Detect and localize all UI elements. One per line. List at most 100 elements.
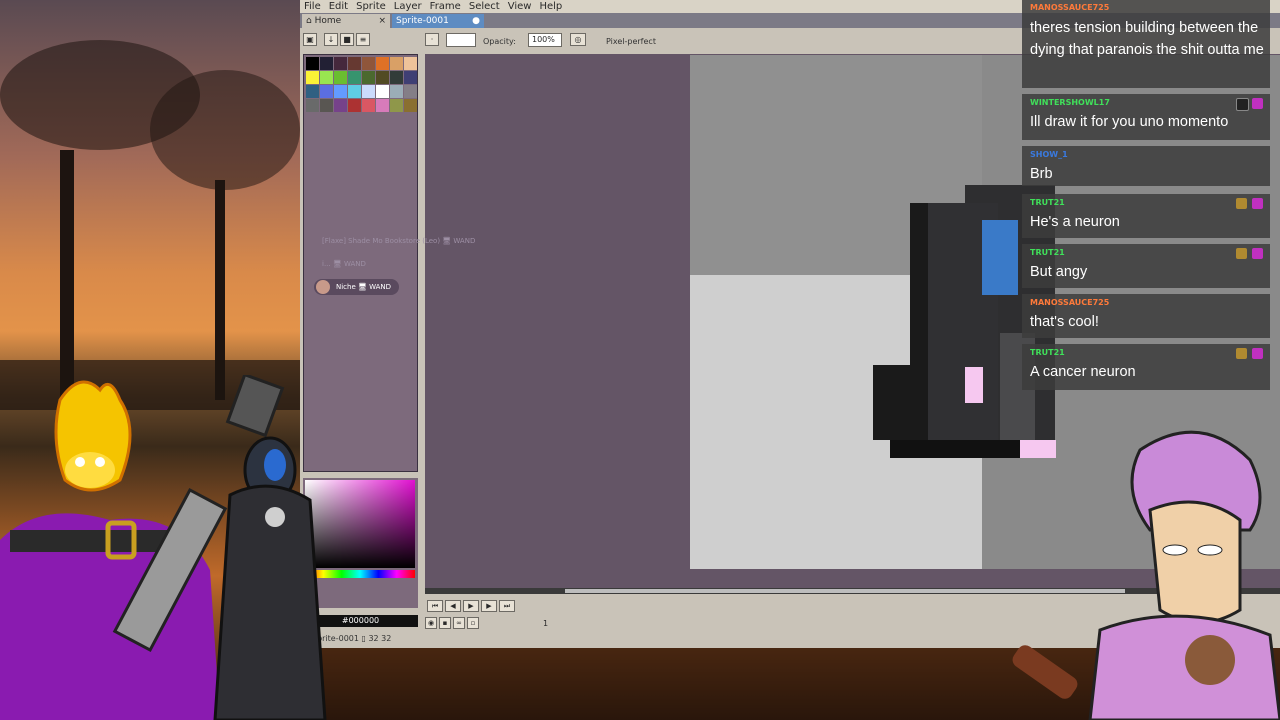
chat-username: TRUT21 [1030,348,1065,357]
palette-swatches [306,57,418,112]
swatch[interactable] [348,99,361,112]
chat-text: He's a neuron [1030,214,1120,230]
menu-frame[interactable]: Frame [426,0,465,13]
menu-layer[interactable]: Layer [390,0,426,13]
swatch[interactable] [348,57,361,70]
pixel-outline-lower [873,365,928,440]
swatch[interactable] [320,85,333,98]
chat-username: MANOSSAUCE725 [1030,3,1110,12]
chat-text: Brb [1030,166,1053,182]
next-frame-icon[interactable]: ▶ [481,600,497,612]
prev-frame-icon[interactable]: ◀ [445,600,461,612]
chat-username: SHOW_1 [1030,150,1068,159]
cel-icon[interactable]: ▫ [467,617,479,629]
link-icon[interactable]: ∞ [453,617,465,629]
chat-username: TRUT21 [1030,248,1065,257]
status-bar: Sprite-0001 ▯ 32 32 [312,634,392,643]
swatch[interactable] [390,99,403,112]
chat-text: that's cool! [1030,314,1099,330]
first-frame-icon[interactable]: ⏮ [427,600,443,612]
swatch[interactable] [390,85,403,98]
chat-username: WINTERSHOWL17 [1030,98,1110,107]
chat-message: WINTERSHOWL17 Ill draw it for you uno mo… [1022,94,1270,140]
swatch[interactable] [376,99,389,112]
tab-home-label: Home [314,16,342,26]
tab-home[interactable]: ⌂ Home × [302,14,390,28]
chat-message: MANOSSAUCE725 that's cool! [1022,294,1270,338]
swatch[interactable] [306,57,319,70]
swatch[interactable] [376,85,389,98]
swatch[interactable] [306,99,319,112]
chat-message: TRUT21 But angy [1022,244,1270,288]
chat-text: Ill draw it for you uno momento [1030,114,1229,130]
swatch[interactable] [348,85,361,98]
swatch[interactable] [390,57,403,70]
swatch[interactable] [334,99,347,112]
swatch[interactable] [320,71,333,84]
swatch[interactable] [348,71,361,84]
faint-overlay-line: [Flaxe] Shade Mo Bookstore (Leo) 🖥 WAND [322,237,476,245]
menu-help[interactable]: Help [535,0,566,13]
lock-icon[interactable]: ▣ [303,33,317,46]
home-icon: ⌂ [306,16,315,26]
square-icon[interactable]: ■ [340,33,354,46]
chat-text: A cancer neuron [1030,364,1136,380]
niche-pill: Niche 🖥 WAND [314,279,400,295]
swatch[interactable] [404,71,417,84]
eye-icon[interactable]: ◉ [425,617,437,629]
pixel-pink [965,367,983,403]
tab-sprite-label: Sprite-0001 [396,16,449,26]
opacity-field[interactable]: 100% [528,33,562,47]
swatch[interactable] [320,99,333,112]
pixel-perfect-icon[interactable]: ◎ [570,33,586,46]
swatch[interactable] [306,71,319,84]
brush-icon[interactable]: · [425,33,439,46]
swatch[interactable] [390,71,403,84]
tree-canopy-right [150,70,300,190]
chat-username: TRUT21 [1030,198,1065,207]
chat-username: MANOSSAUCE725 [1030,298,1110,307]
last-frame-icon[interactable]: ⏭ [499,600,515,612]
lock-layer-icon[interactable]: ▪ [439,617,451,629]
menu-view[interactable]: View [504,0,536,13]
brush-size-field[interactable] [446,33,476,47]
swatch[interactable] [334,71,347,84]
swatch[interactable] [362,85,375,98]
tab-sprite[interactable]: Sprite-0001 ● [392,14,484,28]
pixel-visor [982,220,1018,295]
swatch[interactable] [404,85,417,98]
swatch[interactable] [334,85,347,98]
heart-badge-icon [1252,98,1263,109]
swatch[interactable] [376,71,389,84]
opacity-label: Opacity: [483,37,516,46]
avatar [316,280,330,294]
play-icon[interactable]: ▶ [463,600,479,612]
faint-overlay-line: i... 🖥 WAND [322,260,366,268]
swatch[interactable] [362,71,375,84]
swatch[interactable] [376,57,389,70]
swatch[interactable] [404,99,417,112]
dark-knight-character [213,375,327,720]
swatch[interactable] [306,85,319,98]
pixel-perfect-label: Pixel-perfect [606,37,656,46]
menu-select[interactable]: Select [465,0,504,13]
mute-badge-icon [1236,98,1249,111]
menu-edit[interactable]: Edit [325,0,352,13]
close-icon[interactable]: × [378,14,386,28]
crown-badge-icon [1236,248,1247,259]
menu-sprite[interactable]: Sprite [352,0,390,13]
crown-badge-icon [1236,198,1247,209]
swatch[interactable] [362,57,375,70]
frame-number: 1 [543,619,549,628]
swatch[interactable] [362,99,375,112]
swatch[interactable] [320,57,333,70]
swatch[interactable] [334,57,347,70]
modified-dot-icon[interactable]: ● [472,14,480,28]
menu-file[interactable]: File [300,0,325,13]
swatch[interactable] [404,57,417,70]
chat-message: MANOSSAUCE725 theres tension building be… [1022,0,1270,88]
chat-message: TRUT21 A cancer neuron [1022,344,1270,390]
chat-text: But angy [1030,264,1088,280]
menu-icon[interactable]: ≡ [356,33,370,46]
download-icon[interactable]: ↓ [324,33,338,46]
